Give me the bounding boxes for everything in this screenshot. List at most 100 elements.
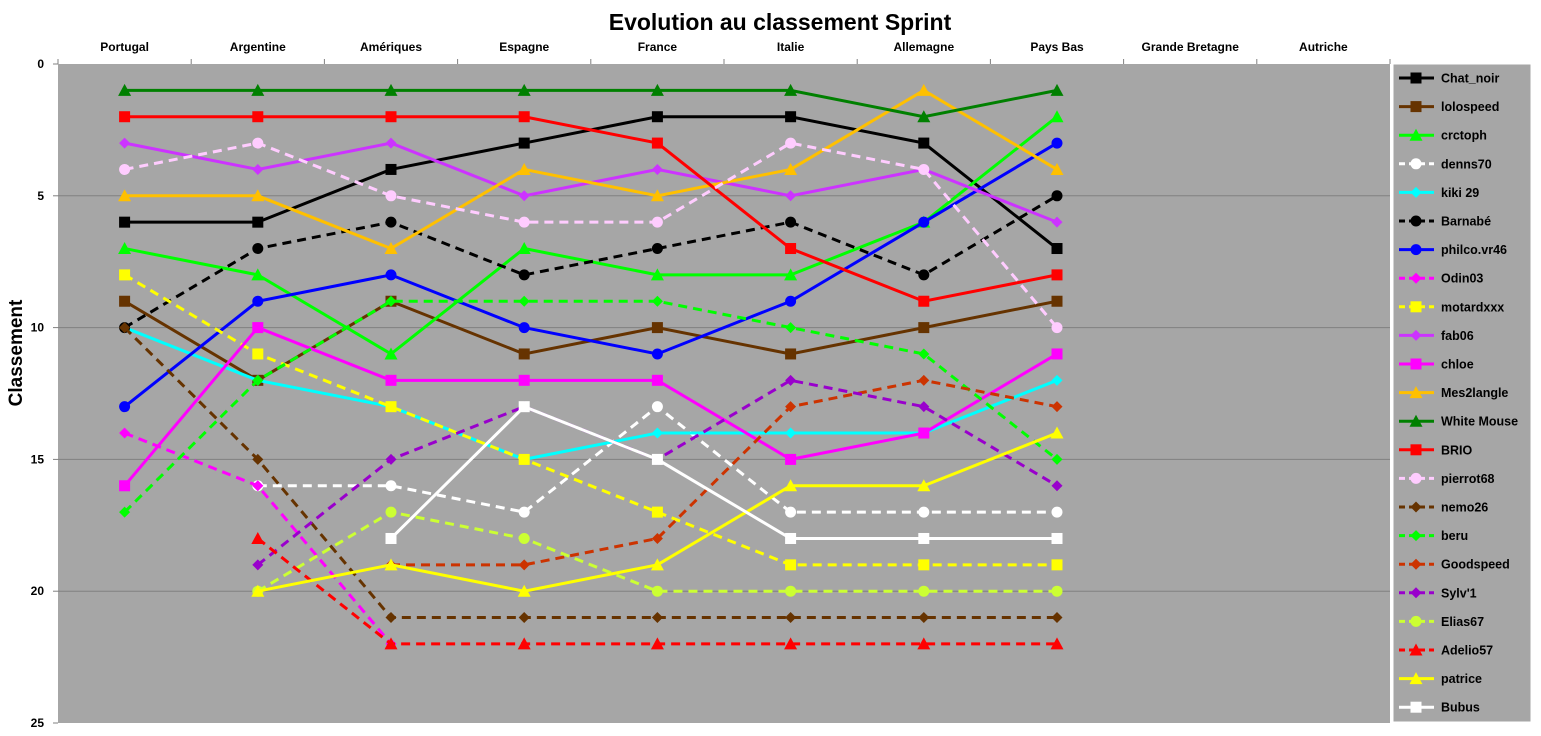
data-point <box>651 348 663 360</box>
data-point <box>252 111 264 123</box>
legend-label: patrice <box>1441 672 1482 686</box>
data-point <box>651 111 663 123</box>
plot-area <box>58 64 1390 723</box>
y-axis-label: Classement <box>6 299 27 406</box>
data-point <box>918 559 930 571</box>
data-point <box>1051 295 1063 307</box>
legend-marker <box>1410 615 1422 627</box>
data-point <box>518 111 530 123</box>
data-point <box>918 216 930 228</box>
data-point <box>785 453 797 465</box>
x-tick-label: Grande Bretagne <box>1142 40 1240 54</box>
data-point <box>518 506 530 518</box>
data-point <box>651 137 663 149</box>
legend-label: philco.vr46 <box>1441 243 1507 257</box>
data-point <box>385 374 397 386</box>
legend-label: Odin03 <box>1441 272 1483 286</box>
data-point <box>785 295 797 307</box>
data-point <box>785 348 797 360</box>
data-point <box>785 506 797 518</box>
data-point <box>1051 269 1063 281</box>
data-point <box>252 322 264 334</box>
data-point <box>918 585 930 597</box>
legend-marker <box>1410 358 1422 370</box>
data-point <box>385 506 397 518</box>
data-point <box>918 269 930 281</box>
data-point <box>918 137 930 149</box>
data-point <box>119 269 131 281</box>
legend-label: Barnabé <box>1441 215 1491 229</box>
legend-label: chloe <box>1441 358 1474 372</box>
x-tick-label: Espagne <box>499 40 549 54</box>
legend-item: lolospeed <box>1399 100 1499 114</box>
y-tick-label: 10 <box>31 321 45 335</box>
data-point <box>1051 585 1063 597</box>
data-point <box>119 295 131 307</box>
legend-marker <box>1410 444 1422 456</box>
data-point <box>785 216 797 228</box>
data-point <box>785 559 797 571</box>
x-tick-label: Amériques <box>360 40 422 54</box>
legend-label: Adelio57 <box>1441 644 1493 658</box>
legend-label: kiki 29 <box>1441 186 1479 200</box>
data-point <box>918 163 930 175</box>
x-tick-label: Pays Bas <box>1030 40 1084 54</box>
x-tick-label: France <box>638 40 678 54</box>
data-point <box>119 216 131 228</box>
data-point <box>518 453 530 465</box>
chart-title: Evolution au classement Sprint <box>609 9 952 35</box>
data-point <box>119 401 131 413</box>
legend-item: philco.vr46 <box>1399 243 1507 257</box>
legend-label: crctoph <box>1441 129 1487 143</box>
data-point <box>518 532 530 544</box>
legend-marker <box>1410 244 1422 256</box>
x-tick-label: Argentine <box>230 40 286 54</box>
data-point <box>1051 243 1063 255</box>
data-point <box>252 216 264 228</box>
legend-label: Chat_noir <box>1441 72 1499 86</box>
legend-label: Mes2langle <box>1441 386 1508 400</box>
legend-label: denns70 <box>1441 157 1492 171</box>
data-point <box>518 401 530 413</box>
data-point <box>651 453 663 465</box>
data-point <box>918 506 930 518</box>
legend-label: Elias67 <box>1441 615 1484 629</box>
data-point <box>651 401 663 413</box>
data-point <box>651 506 663 518</box>
data-point <box>918 427 930 439</box>
data-point <box>119 480 131 492</box>
data-point <box>518 269 530 281</box>
legend-label: BRIO <box>1441 443 1473 457</box>
legend-marker <box>1410 701 1422 713</box>
data-point <box>385 480 397 492</box>
y-tick-label: 15 <box>31 452 45 466</box>
data-point <box>518 374 530 386</box>
data-point <box>1051 322 1063 334</box>
data-point <box>651 322 663 334</box>
data-point <box>385 269 397 281</box>
data-point <box>785 243 797 255</box>
legend-item: Chat_noir <box>1399 72 1499 86</box>
legend-marker <box>1410 158 1422 170</box>
legend-marker <box>1410 215 1422 227</box>
data-point <box>651 243 663 255</box>
data-point <box>785 585 797 597</box>
y-tick-label: 20 <box>31 584 45 598</box>
data-point <box>119 111 131 123</box>
data-point <box>1051 559 1063 571</box>
legend-marker <box>1410 72 1422 84</box>
data-point <box>385 163 397 175</box>
legend-marker <box>1410 301 1422 313</box>
data-point <box>651 216 663 228</box>
legend-item: motardxxx <box>1399 300 1504 314</box>
data-point <box>518 348 530 360</box>
data-point <box>518 322 530 334</box>
data-point <box>119 163 131 175</box>
data-point <box>252 243 264 255</box>
data-point <box>385 111 397 123</box>
data-point <box>385 190 397 202</box>
data-point <box>918 322 930 334</box>
data-point <box>785 532 797 544</box>
data-point <box>651 374 663 386</box>
legend-label: Bubus <box>1441 701 1480 715</box>
